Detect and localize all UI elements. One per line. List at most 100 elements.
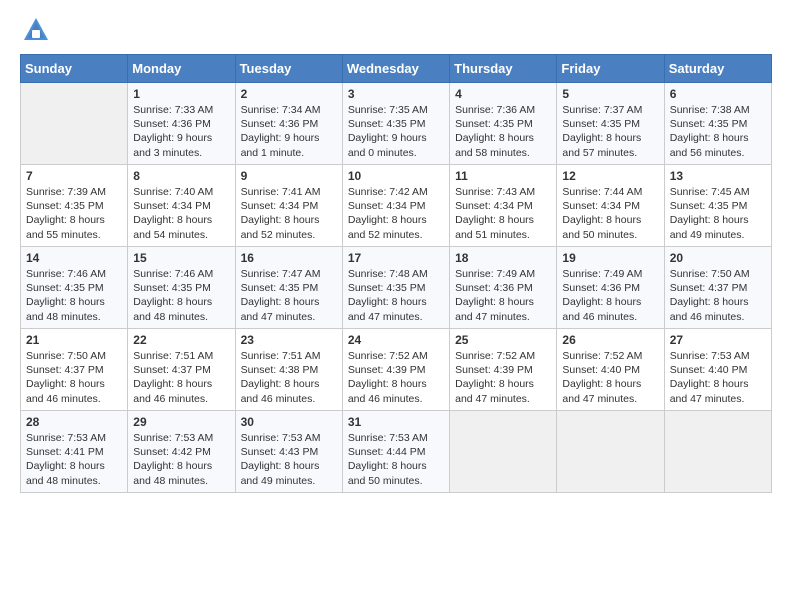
day-cell: 25 Sunrise: 7:52 AMSunset: 4:39 PMDayligh…	[450, 329, 557, 411]
day-cell: 21Sunrise: 7:50 AMSunset: 4:37 PMDayligh…	[21, 329, 128, 411]
weekday-header-friday: Friday	[557, 55, 664, 83]
day-info: Sunrise: 7:52 AMSunset: 4:40 PMDaylight:…	[562, 349, 658, 406]
day-cell: 6Sunrise: 7:38 AMSunset: 4:35 PMDaylight…	[664, 83, 771, 165]
day-cell: 20 Sunrise: 7:50 AMSunset: 4:37 PMDayligh…	[664, 247, 771, 329]
day-info: Sunrise: 7:39 AMSunset: 4:35 PMDaylight:…	[26, 185, 122, 242]
day-number: 15	[133, 251, 229, 265]
day-info: Sunrise: 7:52 AMSunset: 4:39 PMDaylight:…	[455, 349, 551, 406]
week-row-4: 28 Sunrise: 7:53 AMSunset: 4:41 PMDayligh…	[21, 411, 772, 493]
day-cell: 4 Sunrise: 7:36 AMSunset: 4:35 PMDaylight…	[450, 83, 557, 165]
day-info: Sunrise: 7:53 AMSunset: 4:40 PMDaylight:…	[670, 349, 766, 406]
day-cell: 11 Sunrise: 7:43 AMSunset: 4:34 PMDayligh…	[450, 165, 557, 247]
day-number: 1	[133, 87, 229, 101]
day-cell: 15 Sunrise: 7:46 AMSunset: 4:35 PMDayligh…	[128, 247, 235, 329]
day-number: 8	[133, 169, 229, 183]
week-row-3: 21Sunrise: 7:50 AMSunset: 4:37 PMDayligh…	[21, 329, 772, 411]
weekday-row: SundayMondayTuesdayWednesdayThursdayFrid…	[21, 55, 772, 83]
day-cell	[557, 411, 664, 493]
day-info: Sunrise: 7:53 AMSunset: 4:41 PMDaylight:…	[26, 431, 122, 488]
header	[20, 16, 772, 44]
day-cell: 3 Sunrise: 7:35 AMSunset: 4:35 PMDaylight…	[342, 83, 449, 165]
day-number: 6	[670, 87, 766, 101]
day-info: Sunrise: 7:44 AMSunset: 4:34 PMDaylight:…	[562, 185, 658, 242]
day-cell: 8 Sunrise: 7:40 AMSunset: 4:34 PMDaylight…	[128, 165, 235, 247]
day-number: 3	[348, 87, 444, 101]
day-number: 24	[348, 333, 444, 347]
day-number: 4	[455, 87, 551, 101]
day-number: 7	[26, 169, 122, 183]
weekday-header-saturday: Saturday	[664, 55, 771, 83]
day-number: 28	[26, 415, 122, 429]
day-cell: 19 Sunrise: 7:49 AMSunset: 4:36 PMDayligh…	[557, 247, 664, 329]
day-number: 17	[348, 251, 444, 265]
day-info: Sunrise: 7:41 AMSunset: 4:34 PMDaylight:…	[241, 185, 337, 242]
logo-text	[20, 16, 50, 44]
day-cell: 29 Sunrise: 7:53 AMSunset: 4:42 PMDayligh…	[128, 411, 235, 493]
day-cell: 1Sunrise: 7:33 AMSunset: 4:36 PMDaylight…	[128, 83, 235, 165]
day-cell	[450, 411, 557, 493]
day-number: 5	[562, 87, 658, 101]
day-cell: 30 Sunrise: 7:53 AMSunset: 4:43 PMDayligh…	[235, 411, 342, 493]
day-cell	[664, 411, 771, 493]
day-cell: 9 Sunrise: 7:41 AMSunset: 4:34 PMDaylight…	[235, 165, 342, 247]
day-info: Sunrise: 7:53 AMSunset: 4:44 PMDaylight:…	[348, 431, 444, 488]
day-info: Sunrise: 7:50 AMSunset: 4:37 PMDaylight:…	[670, 267, 766, 324]
day-cell: 24 Sunrise: 7:52 AMSunset: 4:39 PMDayligh…	[342, 329, 449, 411]
calendar-table: SundayMondayTuesdayWednesdayThursdayFrid…	[20, 54, 772, 493]
logo	[20, 16, 50, 44]
day-info: Sunrise: 7:35 AMSunset: 4:35 PMDaylight:…	[348, 103, 444, 160]
day-info: Sunrise: 7:49 AMSunset: 4:36 PMDaylight:…	[562, 267, 658, 324]
day-cell: 27 Sunrise: 7:53 AMSunset: 4:40 PMDayligh…	[664, 329, 771, 411]
day-info: Sunrise: 7:46 AMSunset: 4:35 PMDaylight:…	[133, 267, 229, 324]
weekday-header-monday: Monday	[128, 55, 235, 83]
day-info: Sunrise: 7:53 AMSunset: 4:43 PMDaylight:…	[241, 431, 337, 488]
logo-icon	[22, 16, 50, 44]
day-number: 18	[455, 251, 551, 265]
day-number: 19	[562, 251, 658, 265]
day-number: 22	[133, 333, 229, 347]
day-number: 25	[455, 333, 551, 347]
day-info: Sunrise: 7:52 AMSunset: 4:39 PMDaylight:…	[348, 349, 444, 406]
day-number: 26	[562, 333, 658, 347]
day-number: 9	[241, 169, 337, 183]
day-info: Sunrise: 7:36 AMSunset: 4:35 PMDaylight:…	[455, 103, 551, 160]
day-info: Sunrise: 7:45 AMSunset: 4:35 PMDaylight:…	[670, 185, 766, 242]
day-cell: 18Sunrise: 7:49 AMSunset: 4:36 PMDayligh…	[450, 247, 557, 329]
calendar-body: 1Sunrise: 7:33 AMSunset: 4:36 PMDaylight…	[21, 83, 772, 493]
day-info: Sunrise: 7:51 AMSunset: 4:38 PMDaylight:…	[241, 349, 337, 406]
weekday-header-wednesday: Wednesday	[342, 55, 449, 83]
day-cell: 14Sunrise: 7:46 AMSunset: 4:35 PMDayligh…	[21, 247, 128, 329]
day-number: 29	[133, 415, 229, 429]
day-info: Sunrise: 7:48 AMSunset: 4:35 PMDaylight:…	[348, 267, 444, 324]
week-row-0: 1Sunrise: 7:33 AMSunset: 4:36 PMDaylight…	[21, 83, 772, 165]
day-info: Sunrise: 7:43 AMSunset: 4:34 PMDaylight:…	[455, 185, 551, 242]
day-number: 2	[241, 87, 337, 101]
page-container: SundayMondayTuesdayWednesdayThursdayFrid…	[0, 0, 792, 503]
day-number: 13	[670, 169, 766, 183]
day-number: 27	[670, 333, 766, 347]
day-info: Sunrise: 7:53 AMSunset: 4:42 PMDaylight:…	[133, 431, 229, 488]
day-number: 10	[348, 169, 444, 183]
day-info: Sunrise: 7:46 AMSunset: 4:35 PMDaylight:…	[26, 267, 122, 324]
day-info: Sunrise: 7:47 AMSunset: 4:35 PMDaylight:…	[241, 267, 337, 324]
day-info: Sunrise: 7:51 AMSunset: 4:37 PMDaylight:…	[133, 349, 229, 406]
day-number: 30	[241, 415, 337, 429]
day-number: 11	[455, 169, 551, 183]
day-cell: 22 Sunrise: 7:51 AMSunset: 4:37 PMDayligh…	[128, 329, 235, 411]
weekday-header-thursday: Thursday	[450, 55, 557, 83]
day-cell: 12 Sunrise: 7:44 AMSunset: 4:34 PMDayligh…	[557, 165, 664, 247]
day-cell: 26 Sunrise: 7:52 AMSunset: 4:40 PMDayligh…	[557, 329, 664, 411]
day-cell: 28 Sunrise: 7:53 AMSunset: 4:41 PMDayligh…	[21, 411, 128, 493]
day-number: 16	[241, 251, 337, 265]
day-number: 20	[670, 251, 766, 265]
calendar-header: SundayMondayTuesdayWednesdayThursdayFrid…	[21, 55, 772, 83]
day-number: 12	[562, 169, 658, 183]
week-row-1: 7 Sunrise: 7:39 AMSunset: 4:35 PMDaylight…	[21, 165, 772, 247]
day-cell: 10Sunrise: 7:42 AMSunset: 4:34 PMDayligh…	[342, 165, 449, 247]
day-cell: 5Sunrise: 7:37 AMSunset: 4:35 PMDaylight…	[557, 83, 664, 165]
day-cell: 23Sunrise: 7:51 AMSunset: 4:38 PMDayligh…	[235, 329, 342, 411]
day-info: Sunrise: 7:40 AMSunset: 4:34 PMDaylight:…	[133, 185, 229, 242]
weekday-header-tuesday: Tuesday	[235, 55, 342, 83]
day-cell: 13 Sunrise: 7:45 AMSunset: 4:35 PMDayligh…	[664, 165, 771, 247]
day-cell: 17 Sunrise: 7:48 AMSunset: 4:35 PMDayligh…	[342, 247, 449, 329]
